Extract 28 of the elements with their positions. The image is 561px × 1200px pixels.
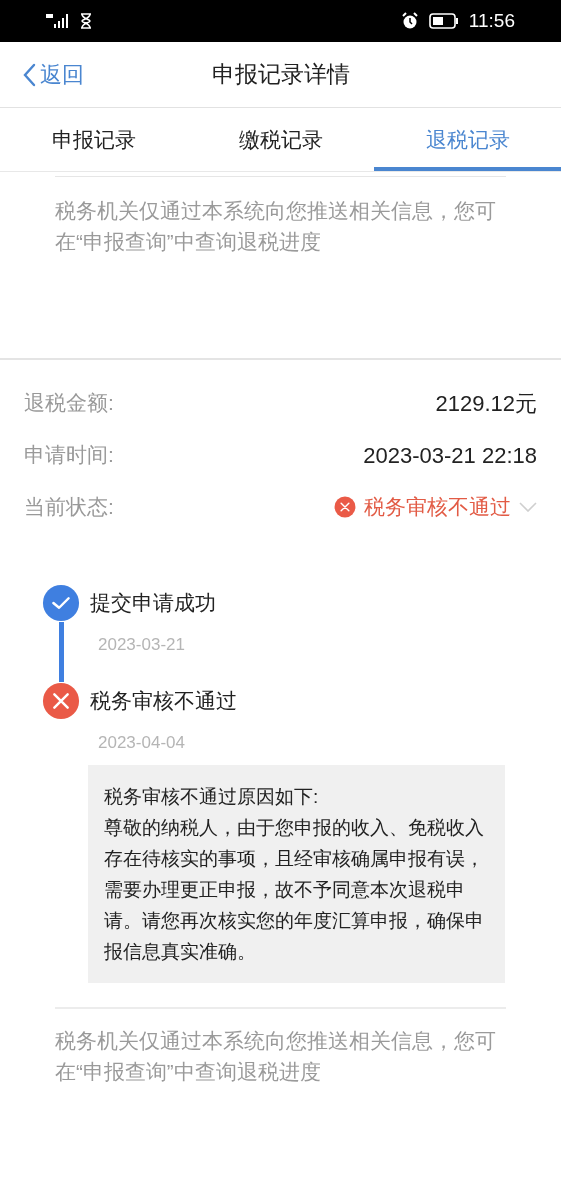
back-button[interactable]: 返回 (22, 58, 84, 91)
battery-icon (428, 13, 459, 29)
detail-label: 申请时间: (24, 442, 114, 469)
reason-title: 税务审核不通过原因如下: (104, 785, 320, 809)
notice-text: 税务机关仅通过本系统向您推送相关信息，您可在“申报查询”中查询退税进度 (55, 198, 497, 255)
clock-time: 11:56 (468, 8, 515, 33)
status-dropdown[interactable]: 税务审核不通过 (334, 491, 537, 523)
step-date: 2023-03-21 (98, 634, 186, 656)
step-title: 税务审核不通过 (90, 687, 238, 714)
detail-label: 退税金额: (24, 390, 114, 417)
detail-value: 2023-03-21 22:18 (363, 441, 537, 470)
chevron-down-icon (519, 502, 537, 512)
alarm-icon (400, 12, 419, 30)
cross-circle-icon (42, 681, 80, 720)
detail-value: 2129.12元 (435, 389, 537, 418)
step-title: 提交申请成功 (90, 590, 217, 616)
cross-circle-icon (334, 496, 356, 518)
page-title: 申报记录详情 (211, 60, 350, 90)
tab[interactable]: 退税记录 (374, 108, 561, 171)
step-date: 2023-04-04 (98, 731, 186, 754)
check-circle-icon (42, 584, 80, 622)
reason-text: 尊敬的纳税人，由于您申报的收入、免税收入存在待核实的事项，且经审核确属申报有误，需要办理更正申报，故不予同意本次退税申请。请您再次核实您的年度汇算申报，确保申报信息真实准确。 (104, 816, 485, 964)
tab[interactable]: 申报记录 (0, 108, 187, 171)
tab[interactable]: 缴税记录 (187, 108, 374, 171)
detail-label: 当前状态: (24, 494, 114, 521)
hourglass-icon (80, 13, 92, 29)
notice-text: 税务机关仅通过本系统向您推送相关信息，您可在“申报查询”中查询退税进度 (55, 1028, 497, 1085)
back-chevron-icon (22, 62, 36, 87)
